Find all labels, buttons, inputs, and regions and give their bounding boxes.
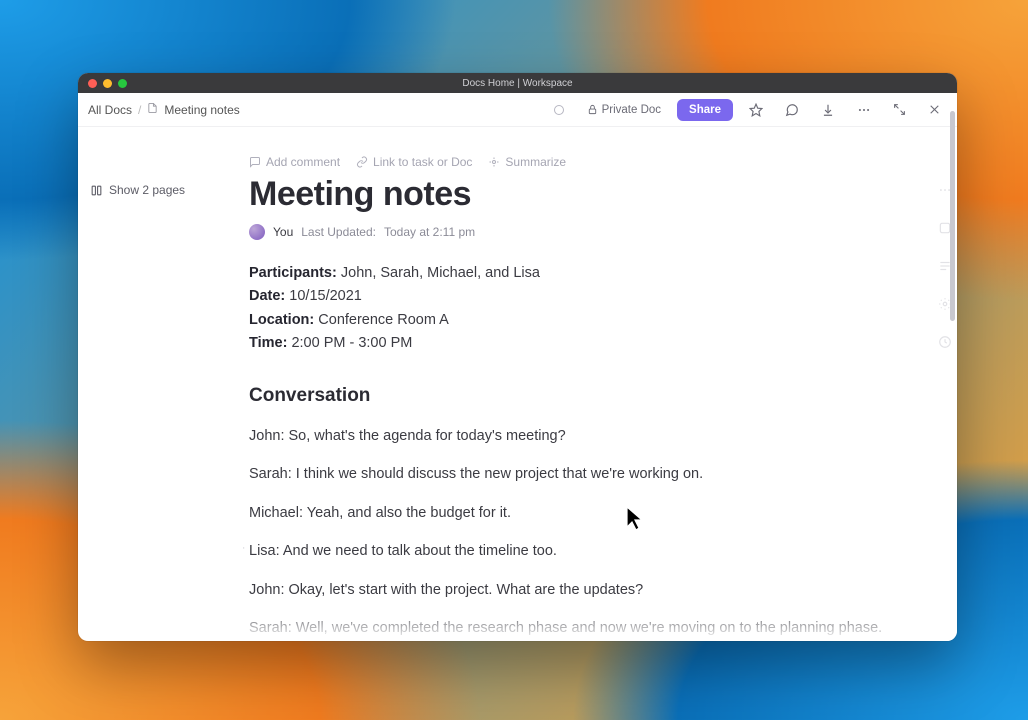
star-icon [749, 103, 763, 117]
more-button[interactable] [851, 99, 877, 121]
window-minimize-button[interactable] [103, 79, 112, 88]
convo-line: Sarah: Well, we've completed the researc… [249, 617, 953, 639]
window-title: Docs Home | Workspace [78, 78, 957, 89]
show-pages-label: Show 2 pages [109, 183, 185, 197]
close-icon [928, 103, 941, 116]
participants-value: John, Sarah, Michael, and Lisa [341, 265, 540, 281]
location-value: Conference Room A [318, 312, 449, 328]
summarize-action[interactable]: Summarize [488, 155, 566, 169]
date-label: Date: [249, 288, 285, 304]
link-task-label: Link to task or Doc [373, 155, 472, 169]
section-heading[interactable]: Conversation [249, 385, 953, 407]
breadcrumb-root[interactable]: All Docs [88, 103, 132, 117]
pages-icon [90, 184, 103, 197]
favorite-button[interactable] [743, 99, 769, 121]
scrollbar-thumb[interactable] [950, 111, 955, 321]
updated-value: Today at 2:11 pm [384, 225, 475, 239]
doc-toolbar: All Docs / Meeting notes Private Doc Sha… [78, 93, 957, 127]
link-icon [356, 156, 368, 168]
lock-icon [587, 104, 598, 115]
convo-line: John: Okay, let's start with the project… [249, 579, 953, 601]
convo-line: Michael: Yeah, and also the budget for i… [249, 502, 953, 524]
meta-block[interactable]: Participants: John, Sarah, Michael, and … [249, 262, 953, 355]
convo-line: John: So, what's the agenda for today's … [249, 425, 953, 447]
collapse-button[interactable] [887, 99, 912, 120]
link-task-action[interactable]: Link to task or Doc [356, 155, 472, 169]
sync-status-icon[interactable] [547, 100, 571, 120]
doc-icon [147, 102, 158, 117]
author-label: You [273, 225, 293, 239]
time-value: 2:00 PM - 3:00 PM [291, 335, 412, 351]
comment-icon [249, 156, 261, 168]
add-comment-action[interactable]: Add comment [249, 155, 340, 169]
toolbar-right: Private Doc Share [547, 99, 947, 121]
breadcrumb-separator: / [138, 103, 141, 117]
collapse-icon [893, 103, 906, 116]
chat-icon [785, 103, 799, 117]
insert-block-button[interactable]: + [243, 540, 247, 555]
app-window: Docs Home | Workspace All Docs / Meeting… [78, 73, 957, 641]
show-pages-toggle[interactable]: Show 2 pages [88, 179, 233, 201]
document-area: Add comment Link to task or Doc [243, 127, 957, 641]
updated-label: Last Updated: [301, 225, 376, 239]
window-close-button[interactable] [88, 79, 97, 88]
window-zoom-button[interactable] [118, 79, 127, 88]
doc-byline: You Last Updated: Today at 2:11 pm [249, 224, 953, 240]
privacy-label: Private Doc [602, 104, 661, 116]
window-titlebar: Docs Home | Workspace [78, 73, 957, 93]
privacy-button[interactable]: Private Doc [581, 100, 667, 120]
download-button[interactable] [815, 99, 841, 121]
breadcrumb-current[interactable]: Meeting notes [164, 103, 239, 117]
sparkle-icon [488, 156, 500, 168]
conversation-block[interactable]: John: So, what's the agenda for today's … [249, 425, 953, 641]
traffic-lights [78, 79, 127, 88]
location-label: Location: [249, 312, 314, 328]
comments-button[interactable] [779, 99, 805, 121]
doc-quick-actions: Add comment Link to task or Doc [249, 155, 953, 169]
close-doc-button[interactable] [922, 99, 947, 120]
body-area: Show 2 pages Add comment [78, 127, 957, 641]
add-comment-label: Add comment [266, 155, 340, 169]
participants-label: Participants: [249, 265, 337, 281]
convo-line: Sarah: I think we should discuss the new… [249, 463, 953, 485]
left-sidebar: Show 2 pages [78, 127, 243, 641]
share-button[interactable]: Share [677, 99, 733, 121]
breadcrumb: All Docs / Meeting notes [88, 102, 240, 117]
time-label: Time: [249, 335, 287, 351]
summarize-label: Summarize [505, 155, 566, 169]
page-title[interactable]: Meeting notes [249, 175, 953, 214]
date-value: 10/15/2021 [289, 288, 362, 304]
download-icon [821, 103, 835, 117]
avatar[interactable] [249, 224, 265, 240]
convo-line: Lisa: And we need to talk about the time… [249, 540, 953, 562]
scrollbar[interactable] [950, 107, 955, 633]
ellipsis-icon [857, 103, 871, 117]
